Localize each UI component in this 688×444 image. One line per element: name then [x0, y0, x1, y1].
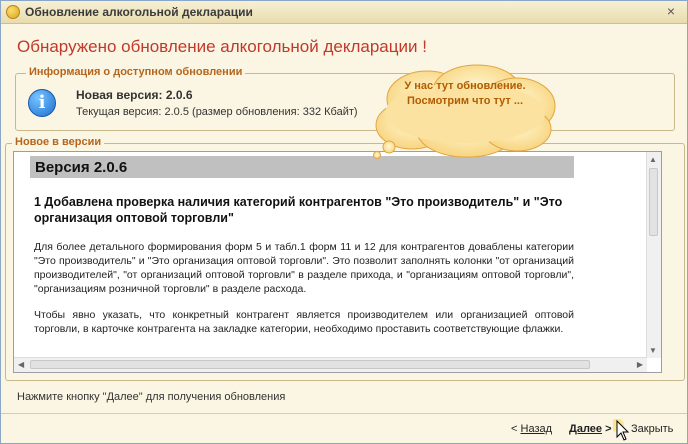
- scroll-down-icon[interactable]: ▼: [649, 346, 657, 355]
- new-version-label: Новая версия: 2.0.6: [76, 88, 193, 102]
- next-arrow-icon: >: [605, 423, 612, 435]
- section-title: 1 Добавлена проверка наличия категорий к…: [34, 195, 563, 225]
- hint-text: Нажмите кнопку "Далее" для получения обн…: [17, 391, 286, 403]
- footer-divider: [1, 413, 687, 414]
- horizontal-scroll-thumb[interactable]: [30, 360, 590, 369]
- window-title: Обновление алкогольной декларации: [25, 5, 253, 19]
- info-icon: i: [28, 89, 56, 117]
- next-label: Далее: [569, 423, 603, 435]
- current-version-label: Текущая версия: 2.0.5 (размер обновления…: [76, 106, 358, 118]
- page-title: Обнаружено обновление алкогольной деклар…: [17, 37, 427, 56]
- callout-cloud: [373, 64, 556, 159]
- paragraph: Для более детального формирования форм 5…: [34, 241, 574, 295]
- vertical-scroll-thumb[interactable]: [649, 168, 658, 236]
- update-dialog: Обновление алкогольной декларации × Обна…: [0, 0, 688, 444]
- next-button[interactable]: Далее >: [563, 419, 618, 439]
- horizontal-scrollbar[interactable]: ◀ ▶: [14, 357, 647, 372]
- title-bar: Обновление алкогольной декларации ×: [1, 1, 687, 24]
- back-arrow-icon: <: [511, 423, 518, 435]
- scroll-right-icon[interactable]: ▶: [637, 360, 643, 369]
- close-label: Закрыть: [631, 423, 674, 435]
- scroll-left-icon[interactable]: ◀: [18, 360, 24, 369]
- close-icon[interactable]: ×: [663, 3, 679, 19]
- release-notes-viewer[interactable]: Версия 2.0.6 1 Добавлена проверка наличи…: [13, 151, 662, 373]
- scroll-up-icon[interactable]: ▲: [649, 155, 657, 164]
- back-button[interactable]: < Назад: [505, 419, 558, 439]
- paragraph: Чтобы явно указать, что конкретный контр…: [34, 309, 574, 335]
- update-info-group: Информация о доступном обновлении i Нова…: [15, 66, 675, 131]
- callout-text: У нас тут обновление. Посмотрим что тут …: [404, 80, 526, 107]
- vertical-scrollbar[interactable]: ▲ ▼: [646, 152, 661, 358]
- whats-new-legend: Новое в версии: [12, 136, 105, 148]
- app-icon: [6, 5, 20, 19]
- mouse-cursor-icon: [613, 419, 630, 441]
- back-label: Назад: [520, 423, 553, 435]
- update-info-legend: Информация о доступном обновлении: [26, 66, 246, 78]
- version-title: Версия 2.0.6: [35, 159, 128, 176]
- close-button[interactable]: Закрыть: [625, 419, 679, 439]
